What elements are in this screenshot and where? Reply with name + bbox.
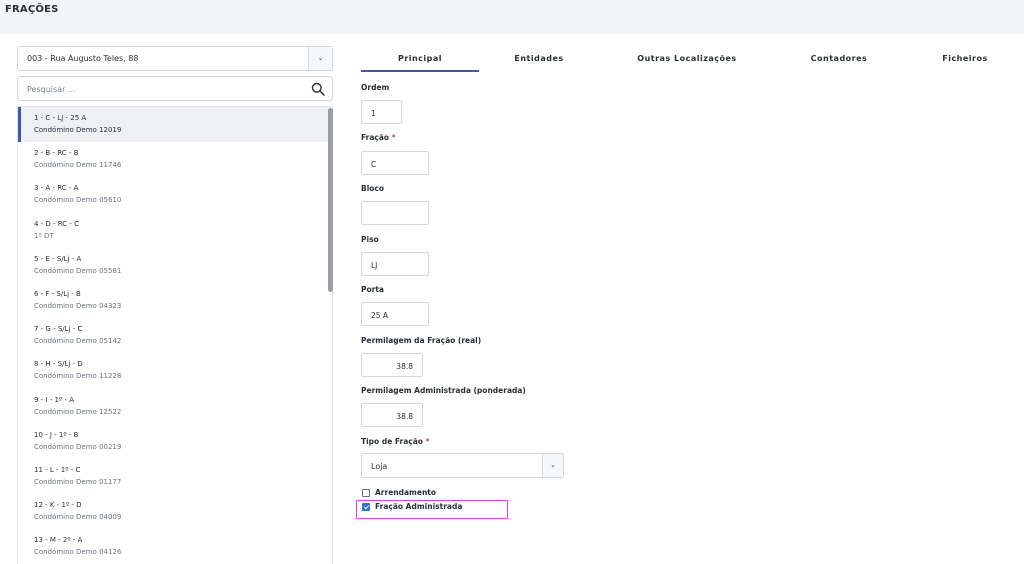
porta-label: Porta: [361, 285, 384, 294]
list-item-title: 5 - E - S/Lj - A: [34, 254, 82, 263]
list-item[interactable]: 1 - C - LJ - 25 A Condómino Demo 12019: [18, 107, 332, 143]
list-item-title: 11 - L - 1º - C: [34, 465, 81, 474]
building-select[interactable]: 003 - Rua Augusto Teles, 88 ⌄: [17, 46, 333, 71]
list-item-subtitle: Condómino Demo 12522: [34, 407, 122, 416]
search-icon[interactable]: [311, 82, 325, 96]
piso-label: Piso: [361, 235, 379, 244]
list-item-subtitle: Condómino Demo 05142: [34, 337, 122, 346]
search-input[interactable]: Pesquisar ...: [17, 76, 333, 101]
perm-adm-label: Permilagem Administrada (ponderada): [361, 386, 526, 395]
list-item-subtitle: Condómino Demo 05581: [34, 266, 122, 275]
list-item-subtitle: Condómino Demo 00219: [34, 442, 122, 451]
list-item[interactable]: 6 - F - S/Lj - B Condómino Demo 04323: [18, 283, 332, 318]
list-item-title: 13 - M - 2º - A: [34, 536, 83, 545]
list-item[interactable]: 7 - G - S/Lj - C Condómino Demo 05142: [18, 318, 332, 353]
perm-real-field[interactable]: 38.8: [361, 353, 423, 377]
list-item[interactable]: 4 - D - RC - C 1º DT: [18, 213, 332, 248]
search-placeholder: Pesquisar ...: [27, 85, 76, 94]
list-item-title: 4 - D - RC - C: [34, 219, 80, 228]
arrendamento-checkbox[interactable]: [362, 489, 370, 497]
highlight-box: [356, 500, 508, 519]
list-item-subtitle: 1º DT: [34, 231, 54, 240]
fractions-panel: 003 - Rua Augusto Teles, 88 ⌄ Pesquisar …: [17, 46, 335, 564]
fractions-list: 1 - C - LJ - 25 A Condómino Demo 12019 2 …: [17, 106, 333, 564]
list-item-subtitle: Condómino Demo 11228: [34, 372, 122, 381]
list-item-title: 2 - B - RC - B: [34, 149, 79, 158]
list-item-title: 6 - F - S/Lj - B: [34, 289, 81, 298]
list-item[interactable]: 9 - I - 1º - A Condómino Demo 12522: [18, 389, 332, 424]
list-item[interactable]: 5 - E - S/Lj - A Condómino Demo 05581: [18, 248, 332, 283]
porta-field[interactable]: 25 A: [361, 302, 429, 326]
list-scrollbar[interactable]: [328, 108, 333, 292]
fracao-label: Fração *: [361, 133, 396, 142]
tab-ficheiros[interactable]: Ficheiros: [921, 52, 1009, 72]
building-select-value: 003 - Rua Augusto Teles, 88: [27, 54, 139, 63]
list-item-subtitle: Condómino Demo 04009: [34, 513, 122, 522]
list-item[interactable]: 10 - J - 1º - B Condómino Demo 00219: [18, 424, 332, 459]
ordem-field[interactable]: 1: [361, 100, 402, 124]
list-item[interactable]: 3 - A - RC - A Condómino Demo 05610: [18, 177, 332, 212]
bloco-field[interactable]: [361, 201, 429, 225]
ordem-label: Ordem: [361, 83, 390, 92]
list-item-title: 9 - I - 1º - A: [34, 395, 74, 404]
chevron-down-icon[interactable]: ⌄: [542, 454, 563, 477]
fracao-field[interactable]: C: [361, 151, 429, 175]
required-mark: *: [391, 133, 396, 142]
list-item-title: 10 - J - 1º - B: [34, 430, 79, 439]
tipo-label-text: Tipo de Fração: [361, 437, 423, 446]
list-item-title: 3 - A - RC - A: [34, 184, 79, 193]
tab-contadores[interactable]: Contadores: [791, 52, 887, 72]
list-item-subtitle: Condómino Demo 11746: [34, 161, 122, 170]
list-item-title: 1 - C - LJ - 25 A: [34, 114, 87, 122]
perm-adm-field[interactable]: 38.8: [361, 403, 423, 427]
bloco-label: Bloco: [361, 184, 385, 193]
list-item-subtitle: Condómino Demo 04126: [34, 548, 122, 557]
arrendamento-label: Arrendamento: [375, 488, 437, 497]
fraction-form: Ordem 1 Fração * C Bloco Piso LJ Porta 2…: [361, 0, 661, 564]
chevron-down-icon[interactable]: ⌄: [308, 47, 332, 70]
tipo-select-value: Loja: [371, 462, 388, 471]
list-item[interactable]: 13 - M - 2º - A Condómino Demo 04126: [18, 529, 332, 564]
list-item-title: 12 - K - 1º - D: [34, 501, 82, 510]
list-item[interactable]: 2 - B - RC - B Condómino Demo 11746: [18, 142, 332, 177]
page-title: FRAÇÕES: [5, 4, 59, 15]
perm-real-label: Permilagem da Fração (real): [361, 336, 482, 345]
required-mark: *: [425, 437, 430, 446]
list-item-title: 7 - G - S/Lj - C: [34, 325, 83, 334]
list-item-title: 8 - H - S/Lj - D: [34, 360, 83, 369]
list-item[interactable]: 11 - L - 1º - C Condómino Demo 01177: [18, 459, 332, 494]
list-item[interactable]: 12 - K - 1º - D Condómino Demo 04009: [18, 494, 332, 529]
tipo-label: Tipo de Fração *: [361, 437, 430, 446]
fracao-label-text: Fração: [361, 133, 390, 142]
list-item[interactable]: 8 - H - S/Lj - D Condómino Demo 11228: [18, 353, 332, 388]
piso-field[interactable]: LJ: [361, 252, 429, 276]
list-item-subtitle: Condómino Demo 12019: [34, 126, 122, 134]
tipo-select[interactable]: Loja ⌄: [361, 453, 564, 478]
list-item-subtitle: Condómino Demo 01177: [34, 477, 122, 486]
list-item-subtitle: Condómino Demo 05610: [34, 196, 122, 205]
list-item-subtitle: Condómino Demo 04323: [34, 301, 122, 310]
